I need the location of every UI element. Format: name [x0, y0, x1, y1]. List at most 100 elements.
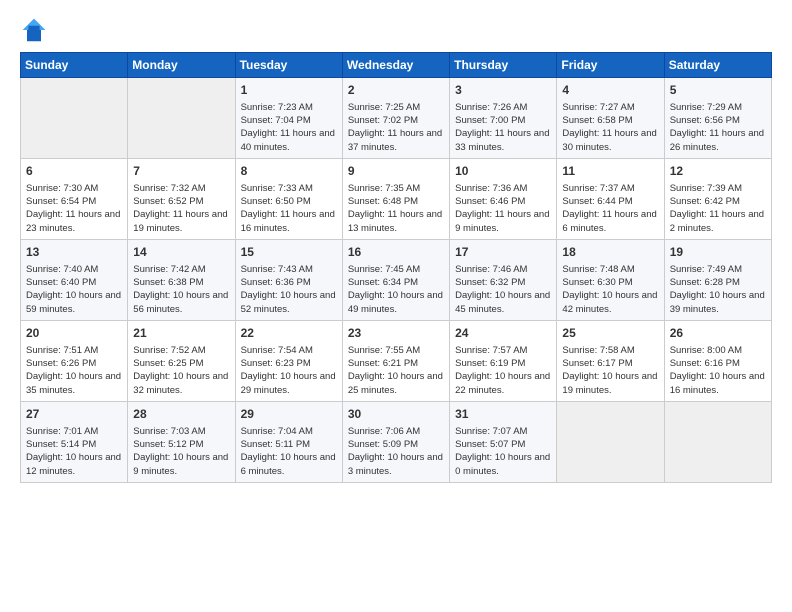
- day-content: Sunrise: 7:23 AM Sunset: 7:04 PM Dayligh…: [241, 101, 337, 154]
- day-number: 10: [455, 163, 551, 180]
- calendar-cell: 20Sunrise: 7:51 AM Sunset: 6:26 PM Dayli…: [21, 320, 128, 401]
- day-content: Sunrise: 7:39 AM Sunset: 6:42 PM Dayligh…: [670, 182, 766, 235]
- calendar-cell: 27 Sunrise: 7:01 AM Sunset: 5:14 PM Dayli…: [21, 401, 128, 482]
- day-content: Sunrise: 7:37 AM Sunset: 6:44 PM Dayligh…: [562, 182, 658, 235]
- day-content: Sunrise: 7:03 AM Sunset: 5:12 PM Dayligh…: [133, 425, 229, 478]
- day-content: Sunrise: 7:04 AM Sunset: 5:11 PM Dayligh…: [241, 425, 337, 478]
- day-number: 29: [241, 406, 337, 423]
- calendar-cell: 29 Sunrise: 7:04 AM Sunset: 5:11 PM Dayli…: [235, 401, 342, 482]
- calendar-cell: 1 Sunrise: 7:23 AM Sunset: 7:04 PM Daylig…: [235, 78, 342, 159]
- day-number: 19: [670, 244, 766, 261]
- day-content: Sunrise: 7:36 AM Sunset: 6:46 PM Dayligh…: [455, 182, 551, 235]
- calendar-cell: 26 Sunrise: 8:00 AM Sunset: 6:16 PM Dayli…: [664, 320, 771, 401]
- header: [20, 16, 772, 44]
- day-number: 6: [26, 163, 122, 180]
- day-number: 30: [348, 406, 444, 423]
- calendar-cell: 9 Sunrise: 7:35 AM Sunset: 6:48 PM Daylig…: [342, 158, 449, 239]
- calendar-day-header: Thursday: [450, 53, 557, 78]
- calendar-cell: 31 Sunrise: 7:07 AM Sunset: 5:07 PM Dayli…: [450, 401, 557, 482]
- calendar-cell: 17 Sunrise: 7:46 AM Sunset: 6:32 PM Dayli…: [450, 239, 557, 320]
- day-number: 17: [455, 244, 551, 261]
- calendar-cell: 4 Sunrise: 7:27 AM Sunset: 6:58 PM Daylig…: [557, 78, 664, 159]
- day-number: 26: [670, 325, 766, 342]
- day-number: 23: [348, 325, 444, 342]
- day-content: Sunrise: 7:43 AM Sunset: 6:36 PM Dayligh…: [241, 263, 337, 316]
- day-content: Sunrise: 7:26 AM Sunset: 7:00 PM Dayligh…: [455, 101, 551, 154]
- day-content: Sunrise: 7:25 AM Sunset: 7:02 PM Dayligh…: [348, 101, 444, 154]
- calendar-cell: 7 Sunrise: 7:32 AM Sunset: 6:52 PM Daylig…: [128, 158, 235, 239]
- day-content: Sunrise: 7:54 AM Sunset: 6:23 PM Dayligh…: [241, 344, 337, 397]
- day-number: 9: [348, 163, 444, 180]
- day-number: 14: [133, 244, 229, 261]
- day-number: 28: [133, 406, 229, 423]
- day-number: 27: [26, 406, 122, 423]
- day-content: Sunrise: 7:27 AM Sunset: 6:58 PM Dayligh…: [562, 101, 658, 154]
- day-number: 18: [562, 244, 658, 261]
- calendar-cell: 5Sunrise: 7:29 AM Sunset: 6:56 PM Daylig…: [664, 78, 771, 159]
- calendar-cell: 3 Sunrise: 7:26 AM Sunset: 7:00 PM Daylig…: [450, 78, 557, 159]
- calendar-day-header: Sunday: [21, 53, 128, 78]
- day-number: 2: [348, 82, 444, 99]
- day-number: 12: [670, 163, 766, 180]
- calendar-header-row: SundayMondayTuesdayWednesdayThursdayFrid…: [21, 53, 772, 78]
- day-content: Sunrise: 7:01 AM Sunset: 5:14 PM Dayligh…: [26, 425, 122, 478]
- day-number: 13: [26, 244, 122, 261]
- day-content: Sunrise: 7:32 AM Sunset: 6:52 PM Dayligh…: [133, 182, 229, 235]
- calendar-day-header: Friday: [557, 53, 664, 78]
- calendar-cell: 24 Sunrise: 7:57 AM Sunset: 6:19 PM Dayli…: [450, 320, 557, 401]
- day-number: 21: [133, 325, 229, 342]
- day-content: Sunrise: 7:45 AM Sunset: 6:34 PM Dayligh…: [348, 263, 444, 316]
- day-content: Sunrise: 7:06 AM Sunset: 5:09 PM Dayligh…: [348, 425, 444, 478]
- calendar-day-header: Monday: [128, 53, 235, 78]
- day-content: Sunrise: 7:40 AM Sunset: 6:40 PM Dayligh…: [26, 263, 122, 316]
- calendar-cell: [557, 401, 664, 482]
- calendar-cell: 19 Sunrise: 7:49 AM Sunset: 6:28 PM Dayli…: [664, 239, 771, 320]
- day-content: Sunrise: 7:35 AM Sunset: 6:48 PM Dayligh…: [348, 182, 444, 235]
- day-content: Sunrise: 7:52 AM Sunset: 6:25 PM Dayligh…: [133, 344, 229, 397]
- calendar-week-row: 13 Sunrise: 7:40 AM Sunset: 6:40 PM Dayli…: [21, 239, 772, 320]
- calendar-table: SundayMondayTuesdayWednesdayThursdayFrid…: [20, 52, 772, 483]
- day-content: Sunrise: 7:49 AM Sunset: 6:28 PM Dayligh…: [670, 263, 766, 316]
- day-number: 8: [241, 163, 337, 180]
- day-number: 31: [455, 406, 551, 423]
- calendar-cell: 18 Sunrise: 7:48 AM Sunset: 6:30 PM Dayli…: [557, 239, 664, 320]
- calendar-day-header: Tuesday: [235, 53, 342, 78]
- day-content: Sunrise: 7:48 AM Sunset: 6:30 PM Dayligh…: [562, 263, 658, 316]
- day-number: 7: [133, 163, 229, 180]
- calendar-cell: [128, 78, 235, 159]
- day-number: 1: [241, 82, 337, 99]
- day-number: 25: [562, 325, 658, 342]
- calendar-cell: 25Sunrise: 7:58 AM Sunset: 6:17 PM Dayli…: [557, 320, 664, 401]
- day-content: Sunrise: 7:46 AM Sunset: 6:32 PM Dayligh…: [455, 263, 551, 316]
- calendar-cell: 16Sunrise: 7:45 AM Sunset: 6:34 PM Dayli…: [342, 239, 449, 320]
- page: SundayMondayTuesdayWednesdayThursdayFrid…: [0, 0, 792, 612]
- calendar-cell: [664, 401, 771, 482]
- day-content: Sunrise: 7:30 AM Sunset: 6:54 PM Dayligh…: [26, 182, 122, 235]
- logo-icon: [20, 16, 48, 44]
- day-content: Sunrise: 7:51 AM Sunset: 6:26 PM Dayligh…: [26, 344, 122, 397]
- calendar-day-header: Saturday: [664, 53, 771, 78]
- day-number: 22: [241, 325, 337, 342]
- calendar-cell: 23 Sunrise: 7:55 AM Sunset: 6:21 PM Dayli…: [342, 320, 449, 401]
- calendar-cell: 10 Sunrise: 7:36 AM Sunset: 6:46 PM Dayli…: [450, 158, 557, 239]
- calendar-cell: 22 Sunrise: 7:54 AM Sunset: 6:23 PM Dayli…: [235, 320, 342, 401]
- calendar-cell: 8 Sunrise: 7:33 AM Sunset: 6:50 PM Daylig…: [235, 158, 342, 239]
- calendar-week-row: 20Sunrise: 7:51 AM Sunset: 6:26 PM Dayli…: [21, 320, 772, 401]
- calendar-cell: 15 Sunrise: 7:43 AM Sunset: 6:36 PM Dayli…: [235, 239, 342, 320]
- day-number: 15: [241, 244, 337, 261]
- calendar-day-header: Wednesday: [342, 53, 449, 78]
- calendar-week-row: 1 Sunrise: 7:23 AM Sunset: 7:04 PM Daylig…: [21, 78, 772, 159]
- day-number: 4: [562, 82, 658, 99]
- day-content: Sunrise: 7:42 AM Sunset: 6:38 PM Dayligh…: [133, 263, 229, 316]
- calendar-cell: 28 Sunrise: 7:03 AM Sunset: 5:12 PM Dayli…: [128, 401, 235, 482]
- day-number: 24: [455, 325, 551, 342]
- calendar-cell: 6 Sunrise: 7:30 AM Sunset: 6:54 PM Daylig…: [21, 158, 128, 239]
- day-content: Sunrise: 7:57 AM Sunset: 6:19 PM Dayligh…: [455, 344, 551, 397]
- calendar-week-row: 6 Sunrise: 7:30 AM Sunset: 6:54 PM Daylig…: [21, 158, 772, 239]
- day-content: Sunrise: 7:33 AM Sunset: 6:50 PM Dayligh…: [241, 182, 337, 235]
- day-number: 3: [455, 82, 551, 99]
- day-content: Sunrise: 7:55 AM Sunset: 6:21 PM Dayligh…: [348, 344, 444, 397]
- day-content: Sunrise: 8:00 AM Sunset: 6:16 PM Dayligh…: [670, 344, 766, 397]
- day-content: Sunrise: 7:29 AM Sunset: 6:56 PM Dayligh…: [670, 101, 766, 154]
- day-content: Sunrise: 7:07 AM Sunset: 5:07 PM Dayligh…: [455, 425, 551, 478]
